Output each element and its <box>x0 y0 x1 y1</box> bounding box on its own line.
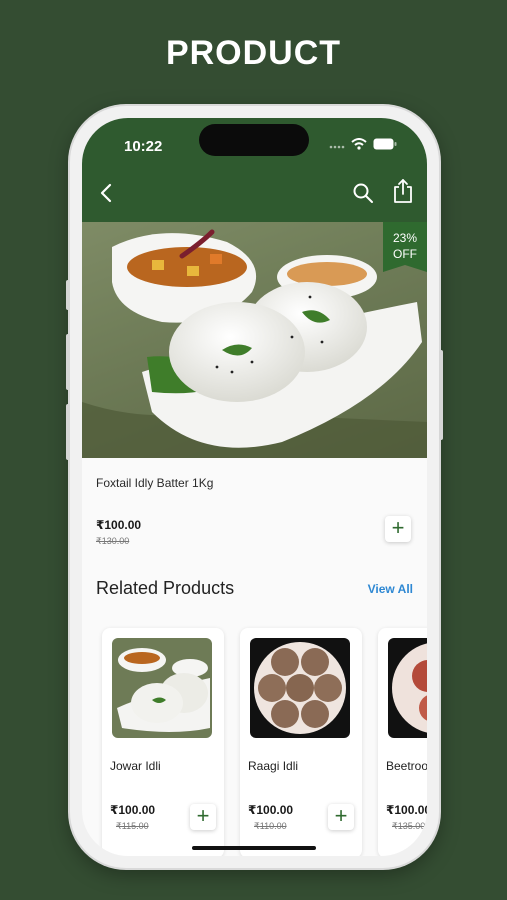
product-name: Foxtail Idly Batter 1Kg <box>96 476 214 490</box>
related-product-name: Jowar Idli <box>110 759 161 773</box>
related-product-original-price: ₹135.00 <box>392 821 426 831</box>
raagi-idli-illustration <box>250 638 350 738</box>
related-product-name: Beetroo <box>386 759 427 773</box>
phone-frame: 10:22 23% OFF Foxtail Idly Batter 1Kg ₹1… <box>66 106 443 868</box>
app-screen: 10:22 23% OFF Foxtail Idly Batter 1Kg ₹1… <box>82 118 427 856</box>
related-product-price: ₹100.00 <box>248 803 294 817</box>
related-product-card[interactable]: Jowar Idli ₹100.00 ₹115.00 + <box>102 628 224 856</box>
product-original-price: ₹130.00 <box>96 536 130 546</box>
related-product-card[interactable]: Raagi Idli ₹100.00 ₹110.00 + <box>240 628 362 856</box>
related-product-image <box>112 638 212 738</box>
add-to-cart-button[interactable]: + <box>190 804 216 830</box>
related-product-image <box>388 638 427 738</box>
related-product-original-price: ₹115.00 <box>116 821 149 831</box>
share-icon[interactable] <box>392 178 414 204</box>
related-product-original-price: ₹110.00 <box>254 821 287 831</box>
side-button <box>66 280 70 310</box>
jowar-idli-illustration <box>112 638 212 738</box>
side-button <box>66 404 70 460</box>
add-to-cart-button[interactable]: + <box>328 804 354 830</box>
page-heading: PRODUCT <box>165 34 342 72</box>
product-price: ₹100.00 <box>96 518 142 532</box>
add-to-cart-button[interactable]: + <box>385 516 411 542</box>
home-indicator <box>192 846 316 850</box>
status-icons <box>329 138 397 150</box>
app-header: 10:22 <box>82 118 427 222</box>
related-product-price: ₹100.00 <box>110 803 156 817</box>
idli-sambar-illustration <box>82 222 427 458</box>
discount-label: OFF <box>393 247 417 261</box>
discount-badge: 23% OFF <box>383 222 427 272</box>
search-icon[interactable] <box>352 182 374 204</box>
related-product-price: ₹100.00 <box>386 803 427 817</box>
product-image: 23% OFF <box>82 222 427 458</box>
discount-percent: 23% <box>392 231 418 245</box>
beetroot-idli-illustration <box>388 638 427 738</box>
side-button <box>66 334 70 390</box>
status-time: 10:22 <box>124 138 163 155</box>
dynamic-island <box>199 124 309 156</box>
related-product-image <box>250 638 350 738</box>
side-button <box>439 350 443 440</box>
related-product-name: Raagi Idli <box>248 759 299 773</box>
wifi-icon <box>351 138 367 150</box>
related-products-title: Related Products <box>96 578 235 598</box>
cellular-icon <box>329 145 345 149</box>
related-product-card[interactable]: Beetroo ₹100.00 ₹135.00 <box>378 628 427 856</box>
battery-icon <box>373 138 397 150</box>
back-arrow-icon[interactable] <box>96 182 118 204</box>
view-all-link[interactable]: View All <box>368 582 413 596</box>
